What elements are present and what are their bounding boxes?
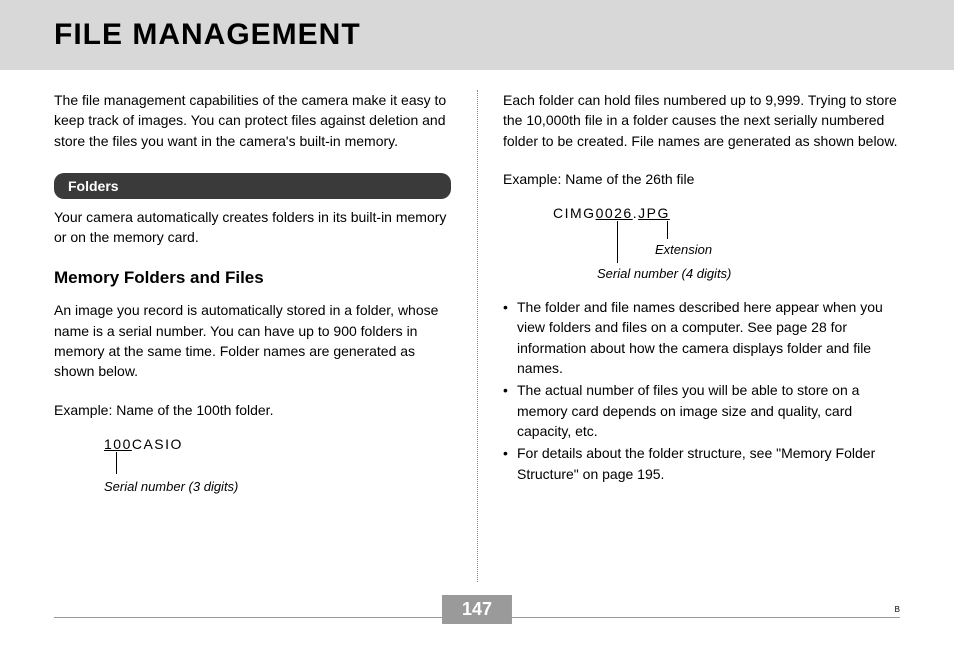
footer-mark: B [895,605,900,614]
folder-suffix: CASIO [132,436,183,452]
notes-list: The folder and file names described here… [503,297,900,484]
example-1-label: Example: Name of the 100th folder. [54,400,451,420]
right-column: Each folder can hold files numbered up t… [477,90,900,506]
column-divider [477,90,478,582]
diagram-tick-ext [667,221,668,239]
list-item: The actual number of files you will be a… [503,380,900,441]
intro-paragraph: The file management capabilities of the … [54,90,451,151]
page-number: 147 [442,595,512,624]
subhead-paragraph: An image you record is automatically sto… [54,300,451,381]
folder-serial-annotation: Serial number (3 digits) [104,478,238,497]
diagram-tick-serial [617,221,618,263]
page-title: FILE MANAGEMENT [54,18,361,52]
file-ext: JPG [638,205,670,221]
diagram-tick [116,452,117,474]
folder-name-example: 100CASIO [104,434,451,454]
list-item: The folder and file names described here… [503,297,900,378]
folder-name-diagram: 100CASIO Serial number (3 digits) [104,434,451,500]
folder-serial: 100 [104,436,132,452]
file-ext-annotation: Extension [655,241,712,260]
left-column: The file management capabilities of the … [54,90,477,506]
file-name-diagram: CIMG0026.JPG Extension Serial number (4 … [553,203,900,291]
folders-paragraph: Your camera automatically creates folder… [54,207,451,248]
content-area: The file management capabilities of the … [0,70,954,506]
section-label-folders: Folders [54,173,451,199]
example-2-label: Example: Name of the 26th file [503,169,900,189]
subhead-memory-folders: Memory Folders and Files [54,266,451,291]
file-serial-annotation: Serial number (4 digits) [597,265,731,284]
file-prefix: CIMG [553,205,596,221]
file-serial: 0026 [596,205,633,221]
list-item: For details about the folder structure, … [503,443,900,484]
section-label-text: Folders [68,178,119,194]
file-name-example: CIMG0026.JPG [553,203,900,223]
title-bar: FILE MANAGEMENT [0,0,954,70]
right-intro-paragraph: Each folder can hold files numbered up t… [503,90,900,151]
